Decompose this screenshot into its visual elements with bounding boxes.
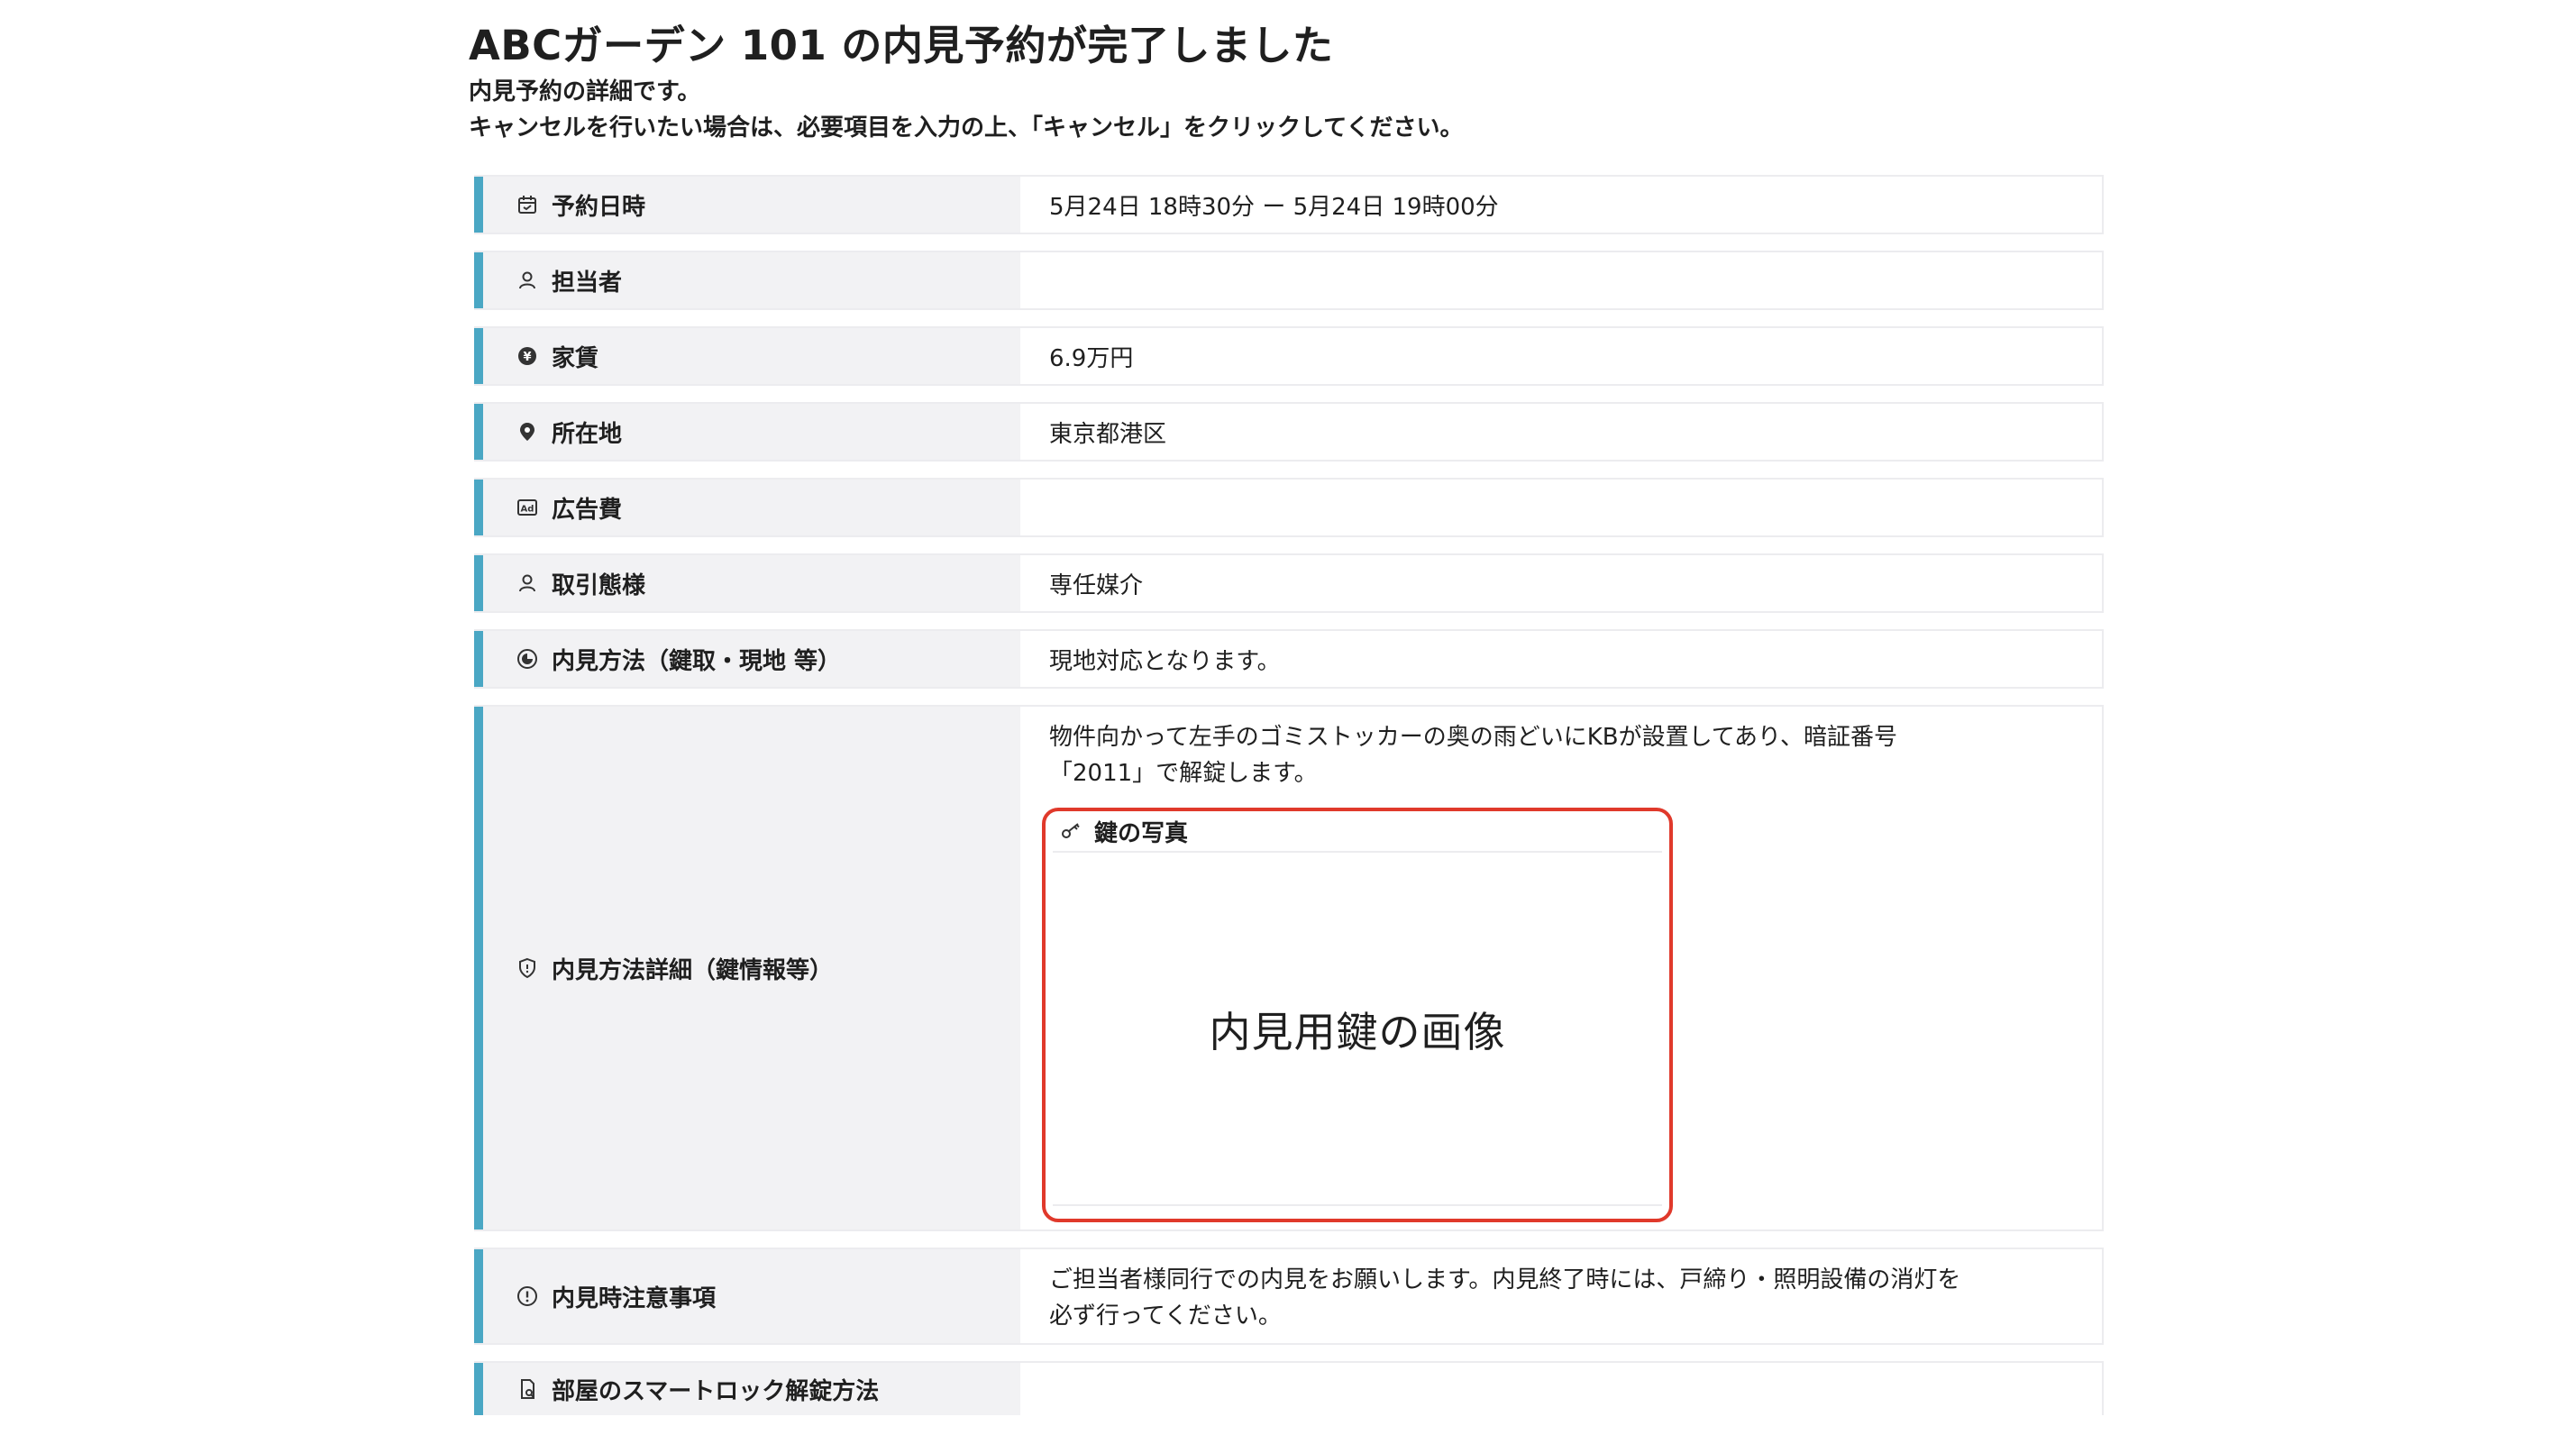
page-title: ABCガーデン 101 の内見予約が完了しました <box>469 22 1334 69</box>
staff-value <box>1020 252 2102 308</box>
svg-text:¥: ¥ <box>523 351 531 364</box>
row-address: 所在地 東京都港区 <box>474 402 2104 462</box>
smartlock-icon <box>516 1377 539 1401</box>
row-staff: 担当者 <box>474 251 2104 310</box>
viewing-method-value: 現地対応となります。 <box>1020 631 2102 687</box>
page: ABCガーデン 101 の内見予約が完了しました 内見予約の詳細です。 キャンセ… <box>0 0 2576 1435</box>
row-label: 担当者 <box>474 252 1020 308</box>
compass-icon <box>516 647 539 671</box>
key-instructions: 物件向かって左手のゴミストッカーの奥の雨どいにKBが設置してあり、暗証番号 「2… <box>1049 719 1897 791</box>
key-photo-header: 鍵の写真 <box>1053 811 1662 853</box>
location-pin-icon <box>516 420 539 443</box>
row-label: 内見方法（鍵取・現地 等） <box>474 631 1020 687</box>
header: ABCガーデン 101 の内見予約が完了しました 内見予約の詳細です。 キャンセ… <box>469 18 2109 146</box>
row-viewing-detail: 内見方法詳細（鍵情報等） 物件向かって左手のゴミストッカーの奥の雨どいにKBが設… <box>474 705 2104 1231</box>
label-text: 所在地 <box>552 420 623 448</box>
rent-value: 6.9万円 <box>1020 328 2102 384</box>
ad-icon: Ad <box>516 496 539 519</box>
label-text: 家賃 <box>552 344 599 372</box>
label-text: 取引態様 <box>552 571 646 599</box>
label-text: 内見方法詳細（鍵情報等） <box>552 956 834 984</box>
shield-icon <box>516 956 539 980</box>
row-label: 部屋のスマートロック解錠方法 <box>474 1363 1020 1415</box>
row-label: ¥ 家賃 <box>474 328 1020 384</box>
row-label: Ad 広告費 <box>474 480 1020 535</box>
key-instructions-line: 「2011」で解錠します。 <box>1049 760 1318 787</box>
label-text: 内見時注意事項 <box>552 1284 717 1312</box>
reservation-details: 予約日時 5月24日 18時30分 ー 5月24日 19時00分 担当者 ¥ 家… <box>474 175 2104 1415</box>
row-transaction-type: 取引態様 専任媒介 <box>474 553 2104 613</box>
row-label: 内見時注意事項 <box>474 1249 1020 1343</box>
key-photo-image[interactable]: 内見用鍵の画像 <box>1053 855 1662 1206</box>
intro-text: 内見予約の詳細です。 <box>469 78 701 105</box>
row-smart-lock: 部屋のスマートロック解錠方法 <box>474 1361 2104 1415</box>
datetime-value: 5月24日 18時30分 ー 5月24日 19時00分 <box>1020 177 2102 233</box>
person-icon <box>516 571 539 595</box>
yen-icon: ¥ <box>516 344 539 368</box>
row-viewing-notes: 内見時注意事項 ご担当者様同行での内見をお願いします。内見終了時には、戸締り・照… <box>474 1248 2104 1345</box>
cancel-instruction: キャンセルを行いたい場合は、必要項目を入力の上、「キャンセル」をクリックしてくだ… <box>469 114 1464 142</box>
label-text: 担当者 <box>552 269 623 297</box>
label-text: 予約日時 <box>552 193 646 221</box>
row-ad-fee: Ad 広告費 <box>474 478 2104 537</box>
address-value: 東京都港区 <box>1020 404 2102 460</box>
row-rent: ¥ 家賃 6.9万円 <box>474 326 2104 386</box>
ad-fee-value <box>1020 480 2102 535</box>
info-circle-icon <box>516 1284 539 1308</box>
smart-lock-value <box>1020 1363 2102 1415</box>
row-label: 予約日時 <box>474 177 1020 233</box>
key-photo-panel: 鍵の写真 内見用鍵の画像 <box>1042 808 1673 1222</box>
label-text: 広告費 <box>552 496 623 524</box>
row-viewing-method: 内見方法（鍵取・現地 等） 現地対応となります。 <box>474 629 2104 689</box>
row-label: 取引態様 <box>474 555 1020 611</box>
label-text: 部屋のスマートロック解錠方法 <box>552 1377 880 1405</box>
label-text: 内見方法（鍵取・現地 等） <box>552 647 842 675</box>
row-label: 所在地 <box>474 404 1020 460</box>
key-icon <box>1060 820 1082 842</box>
calendar-icon <box>516 193 539 216</box>
key-photo-title: 鍵の写真 <box>1094 819 1189 847</box>
row-datetime: 予約日時 5月24日 18時30分 ー 5月24日 19時00分 <box>474 175 2104 234</box>
key-instructions-line: 物件向かって左手のゴミストッカーの奥の雨どいにKBが設置してあり、暗証番号 <box>1049 724 1897 751</box>
notes-value: ご担当者様同行での内見をお願いします。内見終了時には、戸締り・照明設備の消灯を … <box>1020 1249 2102 1343</box>
transaction-value: 専任媒介 <box>1020 555 2102 611</box>
person-icon <box>516 269 539 292</box>
notes-line: 必ず行ってください。 <box>1049 1302 1282 1330</box>
viewing-detail-value: 物件向かって左手のゴミストッカーの奥の雨どいにKBが設置してあり、暗証番号 「2… <box>1020 707 2102 1229</box>
notes-line: ご担当者様同行での内見をお願いします。内見終了時には、戸締り・照明設備の消灯を <box>1049 1266 1961 1293</box>
svg-text:Ad: Ad <box>521 505 534 515</box>
row-label: 内見方法詳細（鍵情報等） <box>474 707 1020 1229</box>
